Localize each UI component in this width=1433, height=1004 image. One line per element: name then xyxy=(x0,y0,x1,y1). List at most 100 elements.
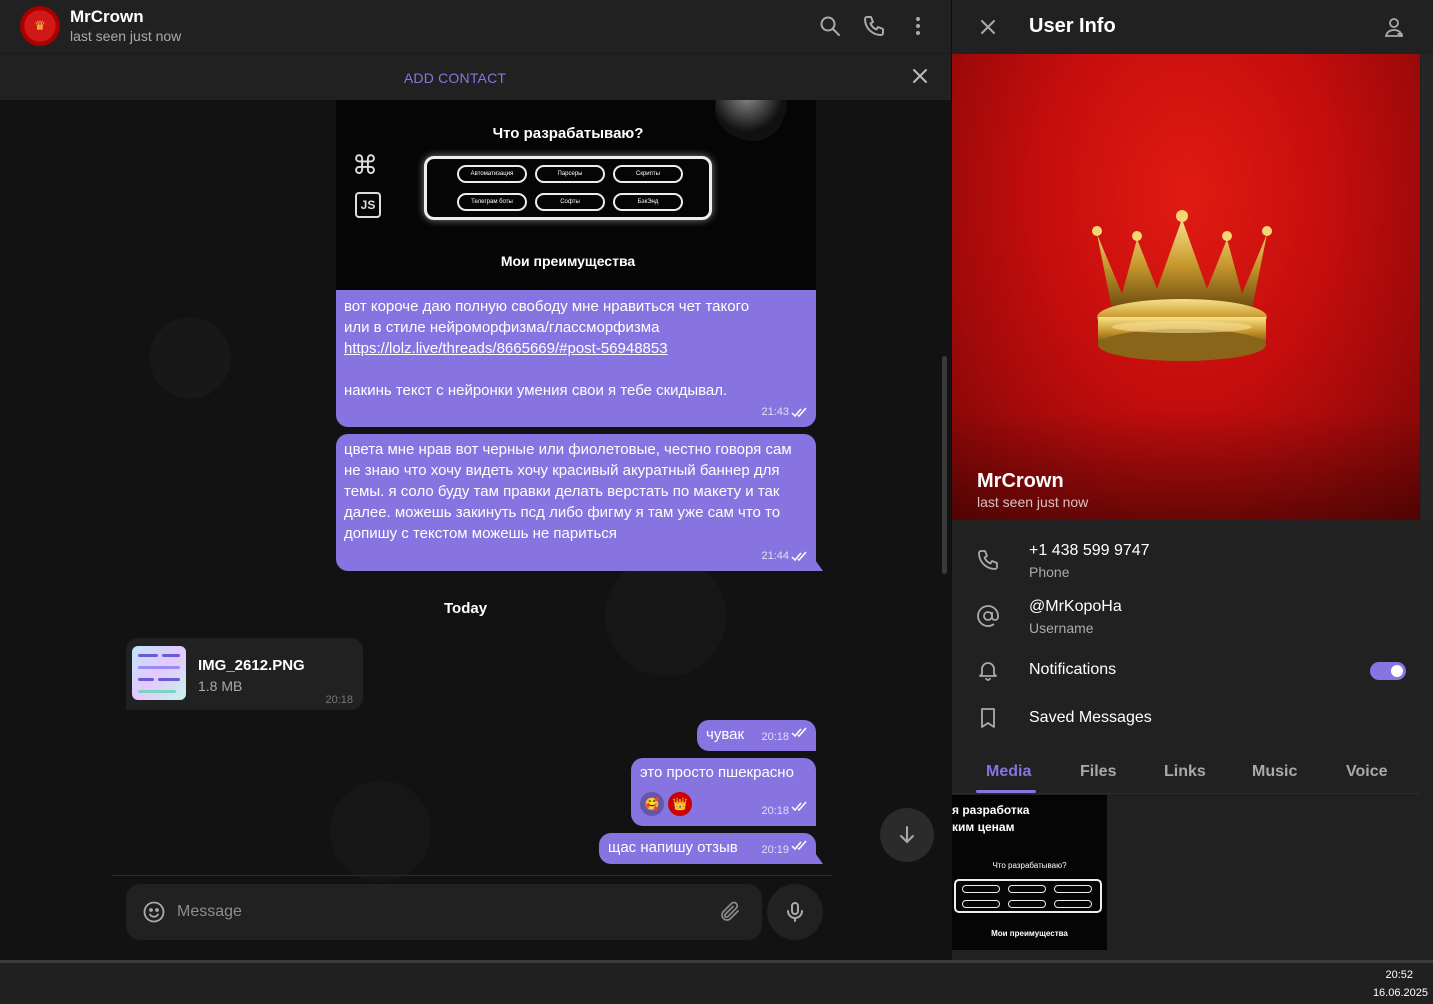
tab-links[interactable]: Links xyxy=(1164,763,1206,781)
image-pill: Телеграм боты xyxy=(457,193,527,211)
message-meta: 21:43 xyxy=(761,402,808,423)
image-skills-frame: Автоматизация Парсеры Скрипты Телеграм б… xyxy=(424,156,712,220)
message-text: цвета мне нрав вот черные или фиолетовые… xyxy=(344,441,792,542)
tab-music[interactable]: Music xyxy=(1252,763,1297,781)
outgoing-message[interactable]: щас напишу отзыв 20:19 xyxy=(599,833,823,864)
message-meta: 20:18 xyxy=(761,801,808,822)
message-meta: 20:19 xyxy=(761,840,808,861)
username-label: Username xyxy=(1029,620,1094,636)
panel-title: User Info xyxy=(1029,15,1116,37)
notifications-label: Notifications xyxy=(1029,661,1117,678)
voice-record-button[interactable] xyxy=(767,884,823,940)
image-heading: Что разрабатываю? xyxy=(492,125,644,142)
file-thumbnail[interactable] xyxy=(132,646,186,700)
message-text: это просто пшекрасно xyxy=(640,764,794,781)
reaction-love-icon[interactable]: 🥰 xyxy=(640,792,664,816)
search-icon[interactable] xyxy=(818,14,842,38)
microphone-icon xyxy=(787,902,803,922)
saved-messages-label: Saved Messages xyxy=(1029,709,1152,726)
more-vertical-icon[interactable] xyxy=(906,14,930,38)
thumb-text: ким ценам xyxy=(952,820,1015,834)
image-pill: Автоматизация xyxy=(457,165,527,183)
profile-photo[interactable]: MrCrown last seen just now xyxy=(952,54,1420,520)
phone-call-icon[interactable] xyxy=(862,14,886,38)
file-name: IMG_2612.PNG xyxy=(198,657,305,674)
incoming-file-message[interactable]: IMG_2612.PNG 1.8 MB 20:18 xyxy=(126,638,363,710)
phone-label: Phone xyxy=(1029,564,1070,580)
bell-icon xyxy=(976,658,1000,682)
image-attachment[interactable]: Что разрабатываю? ⌘ JS Автоматизация Пар… xyxy=(336,100,816,290)
message-time: 20:18 xyxy=(761,805,789,817)
add-user-icon[interactable] xyxy=(1382,15,1406,39)
message-composer xyxy=(126,884,762,940)
phone-icon xyxy=(976,548,1000,572)
thumb-frame xyxy=(954,879,1102,913)
chat-header[interactable]: ♛ MrCrown last seen just now xyxy=(0,0,951,53)
peer-name[interactable]: MrCrown xyxy=(70,7,144,27)
close-icon[interactable] xyxy=(908,64,932,88)
profile-name: MrCrown xyxy=(977,470,1064,492)
message-time: 20:18 xyxy=(761,731,789,743)
taskbar-time[interactable]: 20:52 xyxy=(1385,969,1413,981)
reactions: 🥰 👑 xyxy=(640,792,692,816)
telegram-window: ♛ MrCrown last seen just now ADD CONTACT… xyxy=(0,0,1433,960)
read-checkmarks-icon xyxy=(791,801,807,812)
active-tab-indicator xyxy=(976,790,1036,793)
panel-scrollbar[interactable] xyxy=(1421,54,1433,520)
phone-number: +1 438 599 9747 xyxy=(1029,542,1150,559)
tab-files[interactable]: Files xyxy=(1080,763,1116,781)
os-taskbar: 20:52 16.06.2025 xyxy=(0,960,1433,1004)
user-info-header: User Info xyxy=(952,0,1433,54)
close-icon[interactable] xyxy=(976,15,1000,39)
python-icon: ⌘ xyxy=(352,150,378,180)
message-time: 21:43 xyxy=(761,406,789,418)
arrow-down-icon xyxy=(900,826,914,844)
emoji-icon[interactable] xyxy=(142,900,166,929)
reaction-crown-icon[interactable]: 👑 xyxy=(668,792,692,816)
read-checkmarks-icon xyxy=(791,551,807,562)
message-input[interactable] xyxy=(177,900,717,924)
chat-column: ♛ MrCrown last seen just now ADD CONTACT… xyxy=(0,0,951,960)
thumb-text: Мои преимущества xyxy=(991,929,1068,938)
file-size: 1.8 MB xyxy=(198,678,243,694)
attach-icon[interactable] xyxy=(718,900,742,929)
message-time: 20:19 xyxy=(761,844,789,856)
username: @MrKopoHa xyxy=(1029,598,1122,615)
peer-avatar[interactable]: ♛ xyxy=(20,6,60,46)
shared-media-tabs: Media Files Links Music Voice xyxy=(952,752,1420,794)
chat-scrollbar[interactable] xyxy=(942,356,947,574)
crown-image xyxy=(1092,210,1272,361)
image-subheading: Мои преимущества xyxy=(500,253,636,269)
read-checkmarks-icon xyxy=(791,840,807,851)
outgoing-message[interactable]: чувак 20:18 xyxy=(697,720,816,751)
message-link[interactable]: https://lolz.live/threads/8665669/#post-… xyxy=(344,340,668,357)
at-sign-icon xyxy=(976,604,1000,628)
date-separator: Today xyxy=(444,600,488,617)
media-thumbnail[interactable]: я разработка ким ценам Что разрабатываю?… xyxy=(952,795,1107,950)
message-time: 21:44 xyxy=(761,550,789,562)
scroll-down-button[interactable] xyxy=(880,808,934,862)
js-icon: JS xyxy=(355,192,381,218)
bookmark-icon xyxy=(976,706,1000,730)
message-text: щас напишу отзыв xyxy=(608,839,738,856)
image-pill: Скрипты xyxy=(613,165,683,183)
user-info-panel: User Info MrCrown last seen just now +1 … xyxy=(951,0,1433,960)
message-text: чувак xyxy=(706,726,745,743)
read-checkmarks-icon xyxy=(791,727,807,738)
add-contact-button[interactable]: ADD CONTACT xyxy=(0,70,910,86)
saved-messages-row[interactable]: Saved Messages xyxy=(952,696,1420,752)
add-contact-bar: ADD CONTACT xyxy=(0,53,951,100)
tab-media[interactable]: Media xyxy=(986,763,1031,781)
message-meta: 20:18 xyxy=(761,727,808,748)
outgoing-message[interactable]: вот короче даю полную свободу мне нравит… xyxy=(336,290,816,427)
message-text: накинь текст с нейронки умения свои я те… xyxy=(344,382,728,399)
username-row[interactable]: @MrKopoHa Username xyxy=(952,592,1420,648)
image-pill: Парсеры xyxy=(535,165,605,183)
thumb-text: Что разрабатываю? xyxy=(992,861,1067,870)
notifications-toggle[interactable] xyxy=(1370,662,1406,680)
taskbar-date[interactable]: 16.06.2025 xyxy=(1373,987,1428,999)
phone-row[interactable]: +1 438 599 9747 Phone xyxy=(952,536,1420,592)
outgoing-message[interactable]: цвета мне нрав вот черные или фиолетовые… xyxy=(336,434,823,571)
tab-voice[interactable]: Voice xyxy=(1346,763,1388,781)
outgoing-message[interactable]: это просто пшекрасно 🥰 👑 20:18 xyxy=(631,758,816,826)
